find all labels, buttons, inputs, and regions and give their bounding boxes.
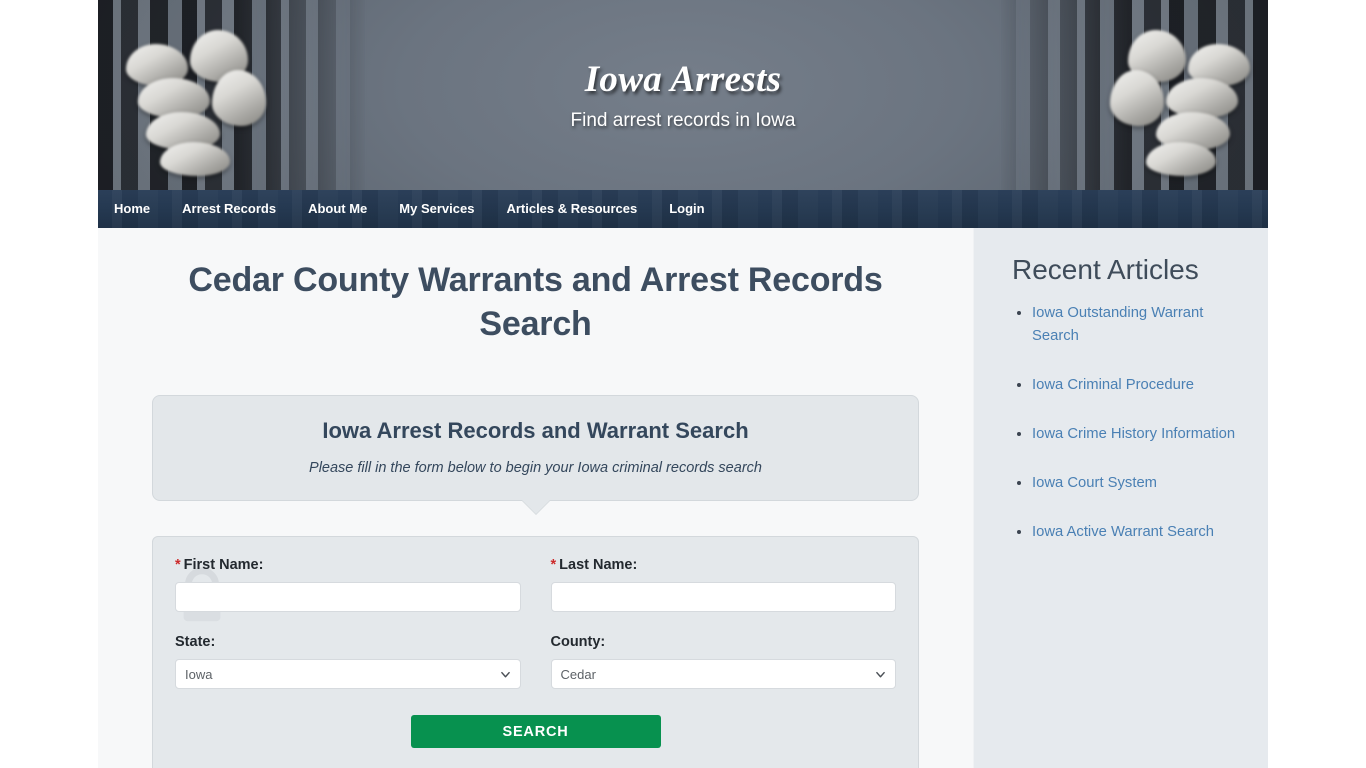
banner-text-block: Iowa Arrests Find arrest records in Iowa <box>98 0 1268 133</box>
nav-item-articles-resources[interactable]: Articles & Resources <box>490 190 653 228</box>
form-fields-grid: * First Name: * Last Name: State: Iowa C… <box>175 555 896 689</box>
county-label: County: <box>550 634 606 650</box>
bubble-tail-icon <box>521 500 550 514</box>
main-navigation[interactable]: Home Arrest Records About Me My Services… <box>98 190 1268 228</box>
search-button[interactable]: SEARCH <box>410 715 661 748</box>
nav-item-login[interactable]: Login <box>653 190 720 228</box>
site-container: Iowa Arrests Find arrest records in Iowa… <box>98 0 1268 768</box>
last-name-input[interactable] <box>550 582 896 612</box>
intro-subtitle: Please fill in the form below to begin y… <box>309 460 762 476</box>
last-name-field-group: * Last Name: <box>550 555 897 612</box>
nav-item-arrest-records[interactable]: Arrest Records <box>166 190 292 228</box>
site-banner: Iowa Arrests Find arrest records in Iowa <box>98 0 1268 190</box>
main-content: Cedar County Warrants and Arrest Records… <box>98 228 973 768</box>
sidebar-title: Recent Articles <box>1012 254 1199 285</box>
list-item: Iowa Active Warrant Search <box>1032 521 1250 544</box>
county-field-group: County: Cedar <box>550 612 896 689</box>
list-item: Iowa Crime History Information <box>1032 423 1250 446</box>
last-name-label: * Last Name: <box>551 555 897 575</box>
nav-item-home[interactable]: Home <box>98 190 166 228</box>
sidebar: Recent Articles Iowa Outstanding Warrant… <box>973 228 1268 768</box>
list-item: Iowa Criminal Procedure <box>1032 374 1250 397</box>
required-marker: * <box>175 557 181 573</box>
county-select-wrap: Cedar <box>550 659 896 689</box>
intro-title: Iowa Arrest Records and Warrant Search <box>322 418 749 443</box>
last-name-label-text: Last Name: <box>559 557 638 573</box>
list-item: Iowa Court System <box>1032 472 1250 495</box>
page-root: Iowa Arrests Find arrest records in Iowa… <box>0 0 1366 768</box>
list-item: Iowa Outstanding Warrant Search <box>1032 302 1250 348</box>
state-field-group: State: Iowa <box>175 612 521 689</box>
sidebar-link-court-system[interactable]: Iowa Court System <box>1032 475 1157 491</box>
site-tagline: Find arrest records in Iowa <box>570 110 796 131</box>
sidebar-link-outstanding-warrant-search[interactable]: Iowa Outstanding Warrant Search <box>1032 305 1203 344</box>
content-row: Cedar County Warrants and Arrest Records… <box>98 228 1268 768</box>
search-intro-box: Iowa Arrest Records and Warrant Search P… <box>152 395 919 514</box>
first-name-input[interactable] <box>175 582 521 612</box>
state-label: State: <box>175 634 216 650</box>
sidebar-link-crime-history-information[interactable]: Iowa Crime History Information <box>1032 426 1235 442</box>
page-title: Cedar County Warrants and Arrest Records… <box>188 261 883 343</box>
county-select[interactable]: Cedar <box>550 659 896 689</box>
state-select-wrap: Iowa <box>175 659 521 689</box>
nav-item-my-services[interactable]: My Services <box>383 190 490 228</box>
first-name-field-group: * First Name: <box>175 555 521 612</box>
sidebar-link-criminal-procedure[interactable]: Iowa Criminal Procedure <box>1032 377 1194 393</box>
required-marker: * <box>550 557 557 573</box>
site-title: Iowa Arrests <box>584 59 782 100</box>
state-select[interactable]: Iowa <box>175 659 521 689</box>
arrest-search-form: * First Name: * Last Name: State: Iowa C… <box>152 536 919 768</box>
recent-articles-list: Iowa Outstanding Warrant Search Iowa Cri… <box>992 302 1250 544</box>
sidebar-link-active-warrant-search[interactable]: Iowa Active Warrant Search <box>1032 524 1214 540</box>
nav-item-about-me[interactable]: About Me <box>292 190 383 228</box>
search-button-row: SEARCH <box>175 689 896 748</box>
first-name-label-text: First Name: <box>183 557 264 573</box>
first-name-label: * First Name: <box>175 555 521 575</box>
